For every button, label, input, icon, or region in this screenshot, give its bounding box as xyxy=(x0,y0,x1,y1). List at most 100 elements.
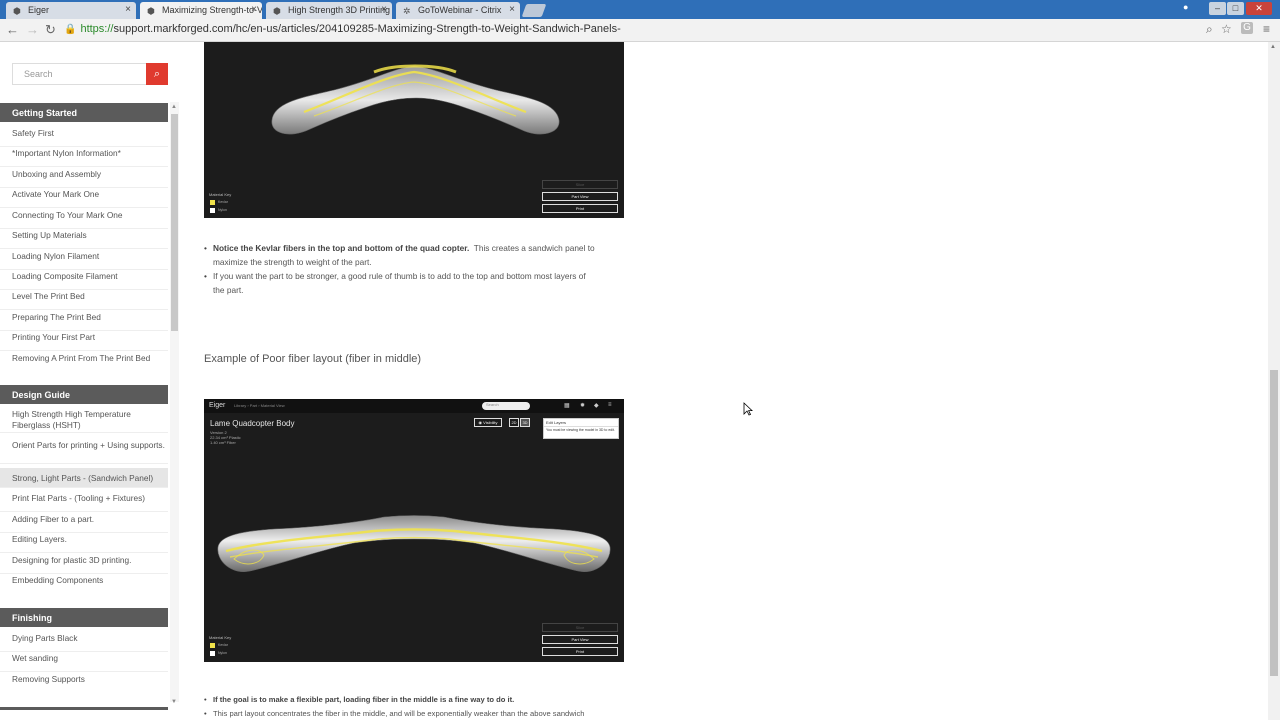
close-icon[interactable]: × xyxy=(509,4,515,15)
tab-label: GoToWebinar - Citrix xyxy=(418,5,502,15)
search-box: ⌕ xyxy=(12,63,168,85)
nav-item-active[interactable]: Strong, Light Parts - (Sandwich Panel) xyxy=(0,468,168,488)
sidebar: ⌕ Getting Started Safety First *Importan… xyxy=(0,42,180,720)
lock-icon: 🔒 xyxy=(64,24,77,35)
tab-eiger[interactable]: ⬢ Eiger × xyxy=(6,2,136,19)
bullet-list-1: Notice the Kevlar fibers in the top and … xyxy=(204,241,614,297)
article-content: Material Key Kevlar Nylon Slice Part Vie… xyxy=(180,42,1268,720)
gotowebinar-icon: ✲ xyxy=(403,6,411,16)
markforged-logo-icon: ⬢ xyxy=(13,6,21,16)
nav-item[interactable]: Removing Supports xyxy=(0,673,168,693)
nav-item[interactable]: Activate Your Mark One xyxy=(0,188,168,208)
url-text: support.markforged.com/hc/en-us/articles… xyxy=(113,23,621,35)
screenshot-good-layout: Material Key Kevlar Nylon Slice Part Vie… xyxy=(204,42,624,218)
print-button: Print xyxy=(542,647,618,656)
scroll-down-icon[interactable]: ▼ xyxy=(171,699,177,705)
extension-icon[interactable]: G xyxy=(1241,22,1253,34)
close-icon[interactable]: × xyxy=(381,4,387,15)
close-icon[interactable]: × xyxy=(125,4,131,15)
part-view-button: Part View xyxy=(542,635,618,644)
section-header-getting-started: Getting Started xyxy=(0,103,168,122)
nav-item[interactable]: Wet sanding xyxy=(0,652,168,672)
nav-item[interactable]: Embedding Components xyxy=(0,574,168,594)
section-header-partial xyxy=(0,707,168,710)
nav-item[interactable]: Adding Fiber to a part. xyxy=(0,513,168,533)
maximize-button[interactable]: □ xyxy=(1227,2,1244,15)
user-profile-icon[interactable]: ● xyxy=(1183,2,1188,12)
kevlar-label: Kevlar xyxy=(218,200,228,204)
tab-label: Eiger xyxy=(28,5,50,15)
material-key-title: Material Key xyxy=(209,635,232,640)
scroll-up-icon[interactable]: ▲ xyxy=(171,104,177,110)
page-scrollbar-thumb[interactable] xyxy=(1270,370,1278,676)
material-key-title: Material Key xyxy=(209,192,232,197)
nav-item[interactable]: Unboxing and Assembly xyxy=(0,168,168,188)
address-bar: ← → ↻ 🔒 https://support.markforged.com/hc… xyxy=(0,19,1280,42)
nylon-swatch xyxy=(210,208,215,213)
close-icon[interactable]: × xyxy=(251,4,257,15)
bullet-list-2: If the goal is to make a flexible part, … xyxy=(204,693,614,720)
bullet-text: If you want the part to be stronger, a g… xyxy=(213,271,586,281)
markforged-logo-icon: ⬢ xyxy=(147,6,155,16)
markforged-logo-icon: ⬢ xyxy=(273,6,281,16)
nav-item[interactable]: Preparing The Print Bed xyxy=(0,311,168,331)
kevlar-label: Kevlar xyxy=(218,643,228,647)
new-tab-button[interactable] xyxy=(521,4,547,17)
nav-item[interactable]: *Important Nylon Information* xyxy=(0,147,168,167)
nav-item[interactable]: Designing for plastic 3D printing. xyxy=(0,554,168,574)
search-icon: ⌕ xyxy=(153,68,161,80)
menu-icon[interactable]: ≡ xyxy=(1263,22,1270,36)
nav-item[interactable]: Removing A Print From The Print Bed xyxy=(0,352,168,372)
tab-maximizing-strength[interactable]: ⬢ Maximizing Strength-to-V × xyxy=(140,2,262,19)
tab-high-strength[interactable]: ⬢ High Strength 3D Printing × xyxy=(266,2,392,19)
nylon-label: Nylon xyxy=(218,651,227,655)
tab-gotowebinar[interactable]: ✲ GoToWebinar - Citrix × xyxy=(396,2,520,19)
search-input[interactable] xyxy=(12,63,146,85)
bullet-text: This part layout concentrates the fiber … xyxy=(213,709,585,718)
nav-item[interactable]: Orient Parts for printing + Using suppor… xyxy=(0,439,168,464)
nav-item[interactable]: Loading Nylon Filament xyxy=(0,250,168,270)
url-scheme: https:// xyxy=(80,23,114,35)
bullet-text: maximize the strength to weight of the p… xyxy=(213,257,372,267)
url-field[interactable]: 🔒 https://support.markforged.com/hc/en-us… xyxy=(64,21,1244,39)
scroll-up-icon[interactable]: ▲ xyxy=(1270,44,1276,50)
kevlar-swatch xyxy=(210,643,215,648)
slice-button: Slice xyxy=(542,623,618,632)
nav-item[interactable]: Print Flat Parts - (Tooling + Fixtures) xyxy=(0,492,168,512)
nav-item[interactable]: Setting Up Materials xyxy=(0,229,168,249)
list-item: If you want the part to be stronger, a g… xyxy=(204,269,614,297)
browser-tab-bar: ⬢ Eiger × ⬢ Maximizing Strength-to-V × ⬢… xyxy=(0,0,1280,19)
nav-item[interactable]: Editing Layers. xyxy=(0,533,168,553)
nav-item[interactable]: Dying Parts Black xyxy=(0,632,168,652)
list-item: Notice the Kevlar fibers in the top and … xyxy=(204,241,614,269)
mouse-cursor-icon xyxy=(743,402,753,416)
list-item: If the goal is to make a flexible part, … xyxy=(204,693,614,707)
nav-item[interactable]: Level The Print Bed xyxy=(0,290,168,310)
nav-item[interactable]: High Strength High Temperature Fiberglas… xyxy=(0,408,168,433)
tab-label: Maximizing Strength-to-V xyxy=(162,5,262,15)
bullet-text: This creates a sandwich panel to xyxy=(473,243,595,253)
nav-item[interactable]: Loading Composite Filament xyxy=(0,270,168,290)
nav-item[interactable]: Connecting To Your Mark One xyxy=(0,209,168,229)
nylon-label: Nylon xyxy=(218,208,227,212)
minimize-button[interactable]: – xyxy=(1209,2,1226,15)
bullet-bold-text: Notice the Kevlar fibers in the top and … xyxy=(213,243,470,253)
print-button: Print xyxy=(542,204,618,213)
nav-item[interactable]: Safety First xyxy=(0,127,168,147)
section-header-finishing: Finishing xyxy=(0,608,168,627)
back-icon[interactable]: ← xyxy=(6,22,19,37)
screenshot-poor-layout: Eiger Library › Part › Material View Sea… xyxy=(204,399,624,662)
bullet-bold-text: If the goal is to make a flexible part, … xyxy=(213,695,515,704)
forward-icon[interactable]: → xyxy=(26,22,39,37)
list-item: This part layout concentrates the fiber … xyxy=(204,707,614,720)
part-view-button: Part View xyxy=(542,192,618,201)
section-header-design-guide: Design Guide xyxy=(0,385,168,404)
reload-icon[interactable]: ↻ xyxy=(45,22,56,38)
sidebar-scrollbar-thumb[interactable] xyxy=(171,114,178,331)
search-button[interactable]: ⌕ xyxy=(146,63,168,85)
bullet-text: the part. xyxy=(213,285,244,295)
close-window-button[interactable]: ✕ xyxy=(1246,2,1272,15)
search-icon[interactable]: ⌕ xyxy=(1206,22,1213,37)
nav-item[interactable]: Printing Your First Part xyxy=(0,331,168,351)
bookmark-star-icon[interactable]: ☆ xyxy=(1221,22,1232,36)
